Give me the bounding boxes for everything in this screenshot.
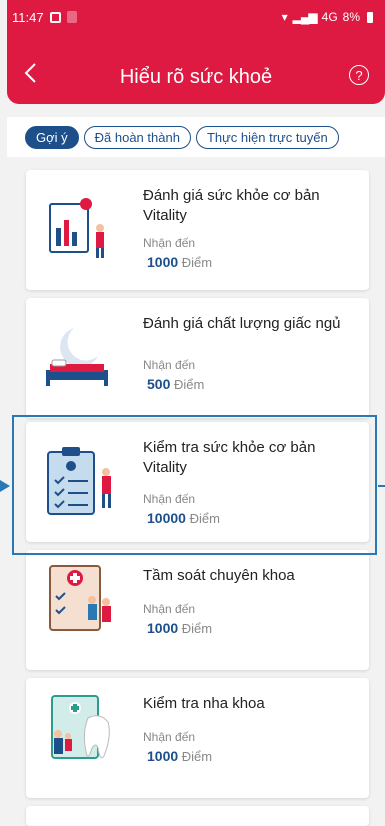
tab-online[interactable]: Thực hiện trực tuyến xyxy=(195,125,339,149)
medical-clipboard-icon xyxy=(49,565,111,631)
points-value: 500 Điểm xyxy=(147,376,205,392)
activity-card-health-assessment[interactable]: Đánh giá sức khỏe cơ bản Vitality Nhận đ… xyxy=(26,170,369,290)
help-button[interactable]: ? xyxy=(349,65,369,85)
card-title: Đánh giá sức khỏe cơ bản Vitality xyxy=(143,187,320,224)
status-bar: 11:47 ▾ ▂▄▆ 4G 8% xyxy=(12,6,373,28)
filter-tabs: Gợi ý Đã hoàn thành Thực hiện trực tuyến xyxy=(7,117,385,157)
points-value: 1000 Điểm xyxy=(147,254,213,270)
selection-highlight xyxy=(12,415,377,555)
card-title: Đánh giá chất lượng giấc ngủ xyxy=(143,315,341,332)
tab-suggested[interactable]: Gợi ý xyxy=(25,125,79,149)
signal-icon: ▂▄▆ xyxy=(292,10,318,24)
wifi-icon: ▾ xyxy=(281,10,288,24)
network-label: 4G xyxy=(321,10,338,24)
pointer-arrow-icon xyxy=(0,480,10,492)
pointer-tick xyxy=(378,485,385,487)
tab-completed[interactable]: Đã hoàn thành xyxy=(83,125,191,149)
card-title: Kiểm tra nha khoa xyxy=(143,695,265,712)
app-notification-icon xyxy=(66,11,77,23)
activity-card-specialist-screening[interactable]: Tầm soát chuyên khoa Nhận đến 1000 Điểm xyxy=(26,550,369,670)
dental-icon xyxy=(51,695,110,759)
earn-label: Nhận đến xyxy=(143,358,196,372)
app-header: 11:47 ▾ ▂▄▆ 4G 8% Hiểu rõ sức khoẻ ? xyxy=(7,0,385,104)
activity-card-partial[interactable] xyxy=(26,806,369,826)
battery-label: 8% xyxy=(342,10,360,24)
status-time: 11:47 xyxy=(12,9,44,25)
earn-label: Nhận đến xyxy=(143,602,196,616)
activity-card-sleep-quality[interactable]: Đánh giá chất lượng giấc ngủ Nhận đến 50… xyxy=(26,298,369,418)
card-title: Tầm soát chuyên khoa xyxy=(143,567,295,584)
earn-label: Nhận đến xyxy=(143,236,196,250)
points-value: 1000 Điểm xyxy=(147,748,213,764)
sleep-icon xyxy=(46,328,108,386)
points-value: 1000 Điểm xyxy=(147,620,213,636)
health-report-icon xyxy=(49,198,104,258)
activity-card-dental-check[interactable]: Kiểm tra nha khoa Nhận đến 1000 Điểm xyxy=(26,678,369,798)
page-title: Hiểu rõ sức khoẻ xyxy=(119,66,273,88)
battery-icon xyxy=(367,11,373,23)
notification-icon xyxy=(49,11,61,23)
earn-label: Nhận đến xyxy=(143,730,196,744)
